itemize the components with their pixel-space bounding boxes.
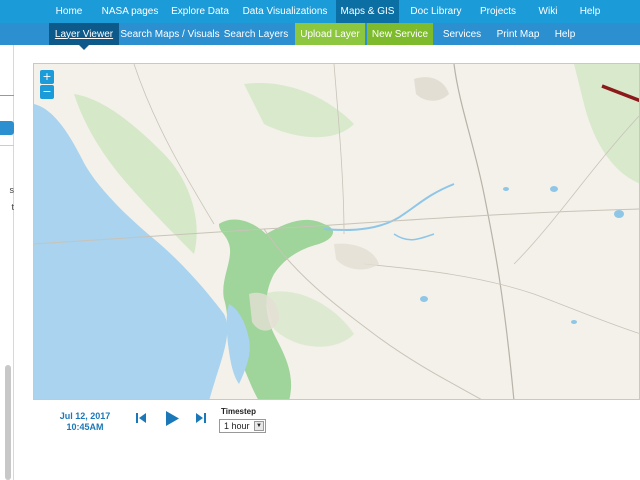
road	[513, 115, 639, 265]
lake	[420, 296, 428, 302]
subnav-layer-viewer[interactable]: Layer Viewer	[49, 23, 119, 50]
nav-wiki[interactable]: Wiki	[534, 0, 562, 23]
date-label: Jul 12, 2017	[59, 411, 111, 421]
nav-projects[interactable]: Projects	[476, 0, 520, 23]
park-area	[574, 64, 639, 184]
subnav-search-layers[interactable]: Search Layers	[222, 23, 290, 45]
lake	[614, 210, 624, 218]
lake	[550, 186, 558, 192]
subnav-help[interactable]: Help	[550, 23, 580, 45]
basemap	[34, 64, 639, 399]
subnav-search-maps[interactable]: Search Maps / Visuals	[120, 23, 219, 45]
panel-divider	[0, 145, 14, 146]
zoom-in-button[interactable]: +	[40, 70, 54, 84]
panel-text-fragment: t	[11, 202, 14, 212]
timestep-value: 1 hour	[224, 421, 250, 431]
subnav-services[interactable]: Services	[437, 23, 487, 45]
zoom-out-button[interactable]: −	[40, 85, 54, 99]
top-nav: Home NASA pages Explore Data Data Visual…	[0, 0, 640, 23]
timestep-label: Timestep	[221, 407, 256, 416]
skip-forward-icon[interactable]	[195, 412, 207, 424]
timestep-select[interactable]: 1 hour ▼	[219, 419, 266, 433]
panel-button[interactable]	[0, 121, 14, 135]
subnav-print-map[interactable]: Print Map	[492, 23, 544, 45]
urban-area	[334, 243, 379, 270]
skip-back-icon[interactable]	[135, 412, 147, 424]
subnav-layer-viewer-label: Layer Viewer	[54, 28, 114, 40]
nav-data-visualizations[interactable]: Data Visualizations	[236, 0, 334, 23]
time-display: Jul 12, 2017 10:45AM	[50, 411, 120, 433]
subnav-new-service[interactable]: New Service	[367, 23, 433, 45]
nav-doc-library[interactable]: Doc Library	[407, 0, 465, 23]
layer-panel: s t	[0, 45, 14, 480]
road	[453, 64, 515, 399]
panel-scrollbar[interactable]	[5, 365, 11, 480]
road	[333, 64, 345, 235]
chevron-down-icon: ▼	[254, 421, 264, 431]
play-icon[interactable]	[164, 410, 180, 427]
map-canvas[interactable]	[33, 63, 640, 400]
nav-maps-gis[interactable]: Maps & GIS	[336, 0, 399, 23]
panel-divider	[0, 95, 14, 96]
nav-home[interactable]: Home	[48, 0, 90, 23]
river	[393, 233, 435, 241]
time-label: 10:45AM	[66, 422, 104, 432]
lake	[571, 320, 577, 324]
nav-help[interactable]: Help	[576, 0, 604, 23]
lake	[503, 187, 509, 191]
urban-area	[414, 77, 449, 101]
nav-explore-data[interactable]: Explore Data	[167, 0, 233, 23]
nav-nasa-pages[interactable]: NASA pages	[94, 0, 166, 23]
subnav-upload-layer[interactable]: Upload Layer	[295, 23, 365, 45]
panel-text-fragment: s	[9, 185, 15, 195]
sub-nav: Layer Viewer Search Maps / Visuals Searc…	[0, 23, 640, 50]
